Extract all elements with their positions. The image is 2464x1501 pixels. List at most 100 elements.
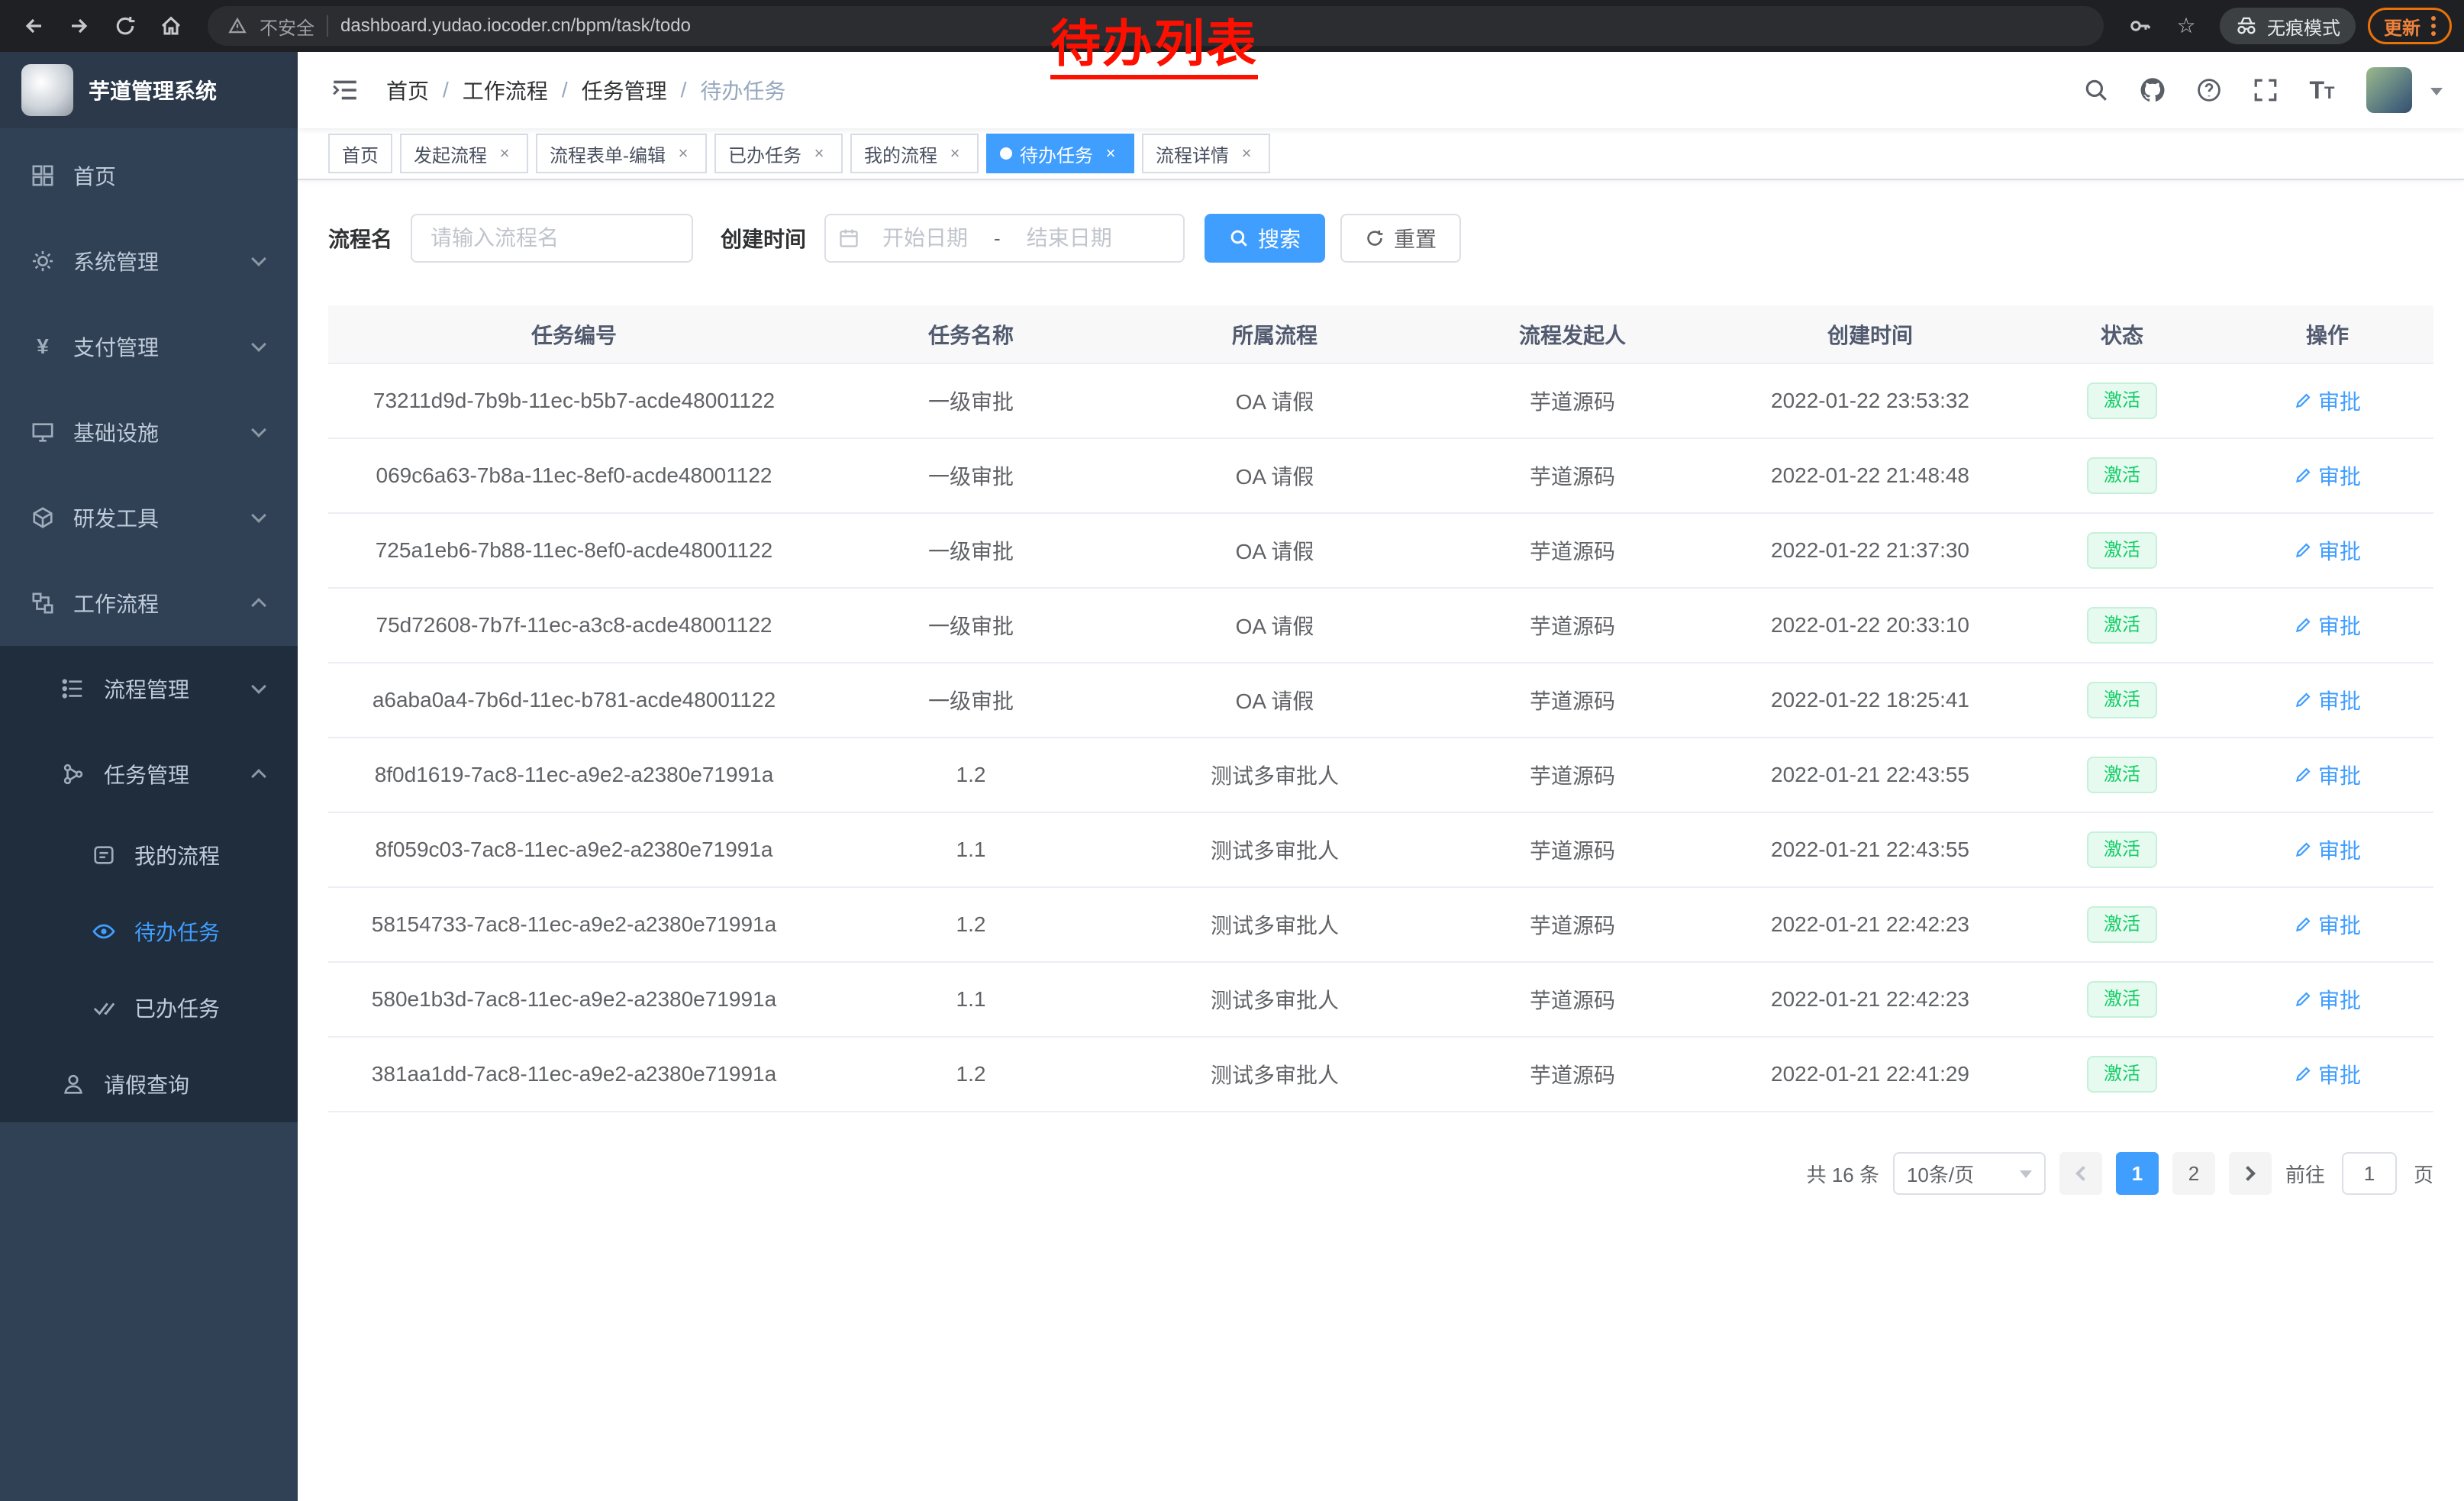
forward-icon[interactable] — [58, 5, 101, 47]
approve-link[interactable]: 审批 — [2294, 984, 2361, 1015]
calendar-icon — [838, 228, 859, 249]
close-icon[interactable]: × — [495, 144, 514, 163]
search-icon — [1229, 228, 1249, 248]
close-icon[interactable]: × — [673, 144, 693, 163]
search-button[interactable]: 搜索 — [1205, 214, 1325, 263]
table-header-row: 任务编号 任务名称 所属流程 流程发起人 创建时间 状态 操作 — [328, 305, 2433, 363]
initiator-cell: 芋道源码 — [1427, 1037, 1717, 1112]
process-cell: OA 请假 — [1122, 663, 1427, 738]
sidebar-item-done-tasks[interactable]: 已办任务 — [0, 970, 298, 1046]
sidebar-item-leave-query[interactable]: 请假查询 — [0, 1046, 298, 1122]
reset-button[interactable]: 重置 — [1340, 214, 1461, 263]
task-id-cell: 58154733-7ac8-11ec-a9e2-a2380e71991a — [328, 887, 820, 962]
create-time-label: 创建时间 — [721, 223, 806, 253]
process-manage-icon — [61, 676, 85, 701]
goto-page-input[interactable] — [2342, 1152, 2397, 1195]
actions-cell: 审批 — [2221, 363, 2433, 438]
process-name-input[interactable] — [411, 214, 693, 263]
date-range-picker[interactable]: - — [824, 214, 1185, 263]
col-created: 创建时间 — [1717, 305, 2023, 363]
sidebar-item-infrastructure[interactable]: 基础设施 — [0, 389, 298, 475]
process-cell: 测试多审批人 — [1122, 962, 1427, 1037]
github-icon[interactable] — [2128, 66, 2177, 115]
status-badge: 激活 — [2087, 831, 2157, 868]
approve-link[interactable]: 审批 — [2294, 610, 2361, 641]
page-annotation: 待办列表 — [1050, 15, 1258, 79]
tab-process-detail[interactable]: 流程详情 × — [1142, 134, 1270, 173]
active-dot-icon — [1000, 147, 1012, 160]
close-icon[interactable]: × — [1237, 144, 1256, 163]
tab-home[interactable]: 首页 — [328, 134, 392, 173]
table-body: 73211d9d-7b9b-11ec-b5b7-acde48001122 一级审… — [328, 363, 2433, 1112]
tab-done-tasks[interactable]: 已办任务 × — [714, 134, 843, 173]
reload-icon[interactable] — [104, 5, 147, 47]
sidebar-item-payment[interactable]: ¥ 支付管理 — [0, 304, 298, 389]
fullscreen-icon[interactable] — [2241, 66, 2290, 115]
tab-process-form-edit[interactable]: 流程表单-编辑 × — [536, 134, 707, 173]
tab-my-process[interactable]: 我的流程 × — [850, 134, 979, 173]
user-avatar[interactable] — [2366, 67, 2412, 113]
payment-yen-icon: ¥ — [31, 334, 55, 359]
sidebar-item-workflow[interactable]: 工作流程 — [0, 560, 298, 646]
initiator-cell: 芋道源码 — [1427, 812, 1717, 887]
end-date-input[interactable] — [1010, 224, 1129, 252]
url-text: dashboard.yudao.iocoder.cn/bpm/task/todo — [340, 15, 691, 37]
update-button[interactable]: 更新 — [2368, 8, 2452, 44]
sidebar-item-my-process[interactable]: 我的流程 — [0, 817, 298, 893]
sidebar-item-home[interactable]: 首页 — [0, 133, 298, 218]
menu-dots-icon[interactable] — [2431, 16, 2436, 36]
task-id-cell: a6aba0a4-7b6d-11ec-b781-acde48001122 — [328, 663, 820, 738]
approve-link[interactable]: 审批 — [2294, 760, 2361, 790]
key-icon[interactable] — [2119, 5, 2162, 47]
sidebar-item-system[interactable]: 系统管理 — [0, 218, 298, 304]
status-badge: 激活 — [2087, 757, 2157, 793]
page-button-2[interactable]: 2 — [2172, 1152, 2215, 1195]
prev-page-button[interactable] — [2059, 1152, 2102, 1195]
pagination: 共 16 条 10条/页 1 2 前往 页 — [328, 1152, 2433, 1195]
sidebar-item-task-manage[interactable]: 任务管理 — [0, 731, 298, 817]
close-icon[interactable]: × — [945, 144, 965, 163]
close-icon[interactable]: × — [809, 144, 829, 163]
back-icon[interactable] — [12, 5, 55, 47]
actions-cell: 审批 — [2221, 1037, 2433, 1112]
process-name-label: 流程名 — [328, 223, 392, 253]
approve-link[interactable]: 审批 — [2294, 535, 2361, 566]
process-cell: 测试多审批人 — [1122, 738, 1427, 812]
approve-link[interactable]: 审批 — [2294, 909, 2361, 940]
approve-link[interactable]: 审批 — [2294, 1059, 2361, 1089]
status-badge: 激活 — [2087, 1056, 2157, 1093]
approve-link[interactable]: 审批 — [2294, 834, 2361, 865]
sidebar-item-devtools[interactable]: 研发工具 — [0, 475, 298, 560]
app-logo[interactable]: 芋道管理系统 — [0, 52, 298, 128]
breadcrumb-item[interactable]: 首页 — [386, 75, 429, 105]
approve-link[interactable]: 审批 — [2294, 386, 2361, 416]
help-icon[interactable] — [2185, 66, 2233, 115]
sidebar-collapse-icon[interactable] — [319, 64, 371, 116]
breadcrumb-item[interactable]: 工作流程 — [463, 75, 548, 105]
start-date-input[interactable] — [866, 224, 985, 252]
next-page-button[interactable] — [2229, 1152, 2272, 1195]
incognito-icon — [2235, 16, 2258, 36]
page-size-select[interactable]: 10条/页 — [1893, 1152, 2046, 1195]
page-button-1[interactable]: 1 — [2116, 1152, 2159, 1195]
status-cell: 激活 — [2023, 438, 2221, 513]
close-icon[interactable]: × — [1101, 144, 1121, 163]
tab-initiate-process[interactable]: 发起流程 × — [400, 134, 528, 173]
table-row: 580e1b3d-7ac8-11ec-a9e2-a2380e71991a 1.1… — [328, 962, 2433, 1037]
sidebar-item-process-manage[interactable]: 流程管理 — [0, 646, 298, 731]
chevron-down-icon — [251, 251, 266, 266]
chevron-down-icon[interactable] — [2430, 88, 2443, 102]
initiator-cell: 芋道源码 — [1427, 887, 1717, 962]
star-icon[interactable]: ☆ — [2165, 5, 2208, 47]
approve-link[interactable]: 审批 — [2294, 460, 2361, 491]
col-status: 状态 — [2023, 305, 2221, 363]
breadcrumb-item[interactable]: 任务管理 — [582, 75, 667, 105]
actions-cell: 审批 — [2221, 513, 2433, 588]
approve-link[interactable]: 审批 — [2294, 685, 2361, 715]
sidebar-item-todo-tasks[interactable]: 待办任务 — [0, 893, 298, 970]
initiator-cell: 芋道源码 — [1427, 513, 1717, 588]
search-icon[interactable] — [2072, 66, 2121, 115]
tab-todo-tasks[interactable]: 待办任务 × — [986, 134, 1134, 173]
home-icon[interactable] — [150, 5, 192, 47]
font-size-icon[interactable]: TT — [2298, 66, 2346, 115]
